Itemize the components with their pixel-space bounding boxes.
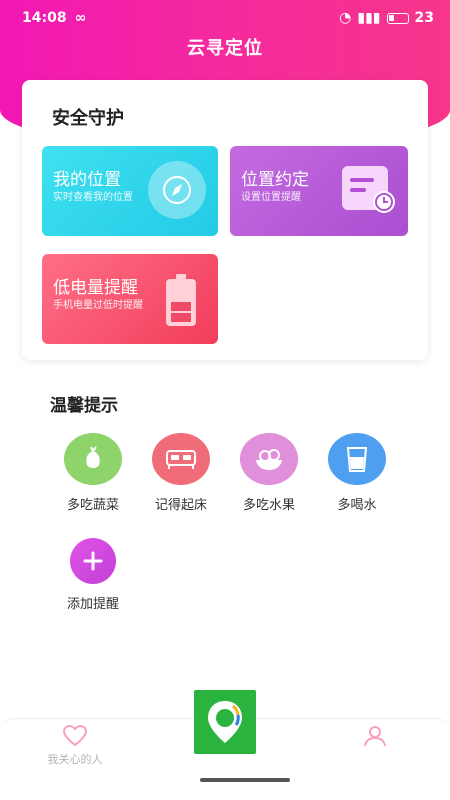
- low-battery-tile[interactable]: 低电量提醒 手机电量过低时提醒: [42, 254, 218, 344]
- my-location-subtitle: 实时查看我的位置: [53, 192, 133, 203]
- center-location-button[interactable]: [194, 690, 256, 754]
- signal-icon: ▮▮▮: [357, 10, 381, 26]
- compass-icon: [148, 161, 206, 219]
- fruit-icon: [240, 433, 298, 485]
- safety-card: 安全守护 我的位置 实时查看我的位置 位置约定 设置位置提醒 低电量提醒 手机电…: [22, 80, 428, 360]
- calendar-clock-icon: [340, 164, 398, 216]
- status-time: 14:08: [22, 10, 67, 26]
- heart-icon: [62, 724, 88, 747]
- tip-wake-up[interactable]: 记得起床: [141, 433, 221, 513]
- tip-drink-water[interactable]: 多喝水: [317, 433, 397, 513]
- home-indicator: [200, 778, 290, 782]
- nav-care-label: 我关心的人: [47, 753, 103, 766]
- infinity-icon: ∞: [74, 10, 87, 26]
- tip-eat-fruit[interactable]: 多吃水果: [229, 433, 309, 513]
- location-appointment-tile[interactable]: 位置约定 设置位置提醒: [230, 146, 408, 236]
- low-battery-subtitle: 手机电量过低时提醒: [53, 300, 143, 311]
- battery-level: 23: [414, 10, 434, 26]
- tips-title: 温馨提示: [50, 396, 118, 416]
- nav-care[interactable]: 我关心的人: [35, 724, 115, 767]
- tip-label: 记得起床: [154, 498, 207, 513]
- tip-eat-vegetables[interactable]: 多吃蔬菜: [53, 433, 133, 513]
- tip-label: 多喝水: [337, 498, 377, 513]
- my-location-tile[interactable]: 我的位置 实时查看我的位置: [42, 146, 218, 236]
- low-battery-title: 低电量提醒: [53, 278, 138, 298]
- tip-label: 多吃水果: [242, 498, 295, 513]
- battery-icon: [386, 12, 409, 24]
- location-appointment-title: 位置约定: [241, 170, 309, 190]
- location-pin-icon: [208, 701, 242, 743]
- nav-me[interactable]: [335, 725, 415, 751]
- vegetable-icon: [64, 433, 122, 485]
- wifi-icon: ◔: [339, 10, 352, 26]
- app-title: 云寻定位: [187, 38, 263, 59]
- water-cup-icon: [328, 433, 386, 485]
- bed-icon: [152, 433, 210, 485]
- person-icon: [364, 726, 386, 747]
- status-bar: 14:08 ∞ ◔ ▮▮▮ 23: [0, 0, 450, 36]
- my-location-title: 我的位置: [53, 170, 121, 190]
- plus-icon: [70, 538, 116, 584]
- add-reminder-button[interactable]: 添加提醒: [53, 534, 133, 612]
- battery-large-icon: [164, 272, 198, 328]
- tip-label: 多吃蔬菜: [66, 498, 119, 513]
- safety-title: 安全守护: [52, 108, 124, 129]
- tip-label: 添加提醒: [66, 597, 119, 612]
- location-appointment-subtitle: 设置位置提醒: [241, 192, 301, 203]
